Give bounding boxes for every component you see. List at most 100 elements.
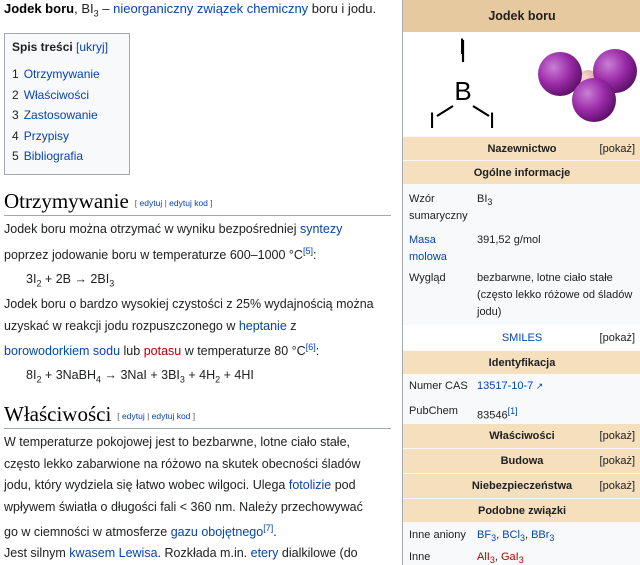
toc-item[interactable]: 3 Zastosowanie xyxy=(12,105,122,126)
reference-1[interactable]: [1] xyxy=(508,406,518,416)
text: często lekko zabarwione na różowo na sku… xyxy=(4,456,361,471)
text: uzyskać w reakcji jodu rozpuszczonego w xyxy=(4,318,239,333)
link-text: AlI xyxy=(477,551,490,563)
text: Jodek boru można otrzymać w wyniku bezpo… xyxy=(4,222,300,236)
link-ali3[interactable]: AlI3 xyxy=(477,551,495,565)
link-fotolizie[interactable]: fotolizie xyxy=(289,478,331,492)
infobox-images: B xyxy=(403,32,640,136)
row-masa-molowa: Masa molowa 391,52 g/mol xyxy=(403,226,640,267)
structural-formula-image[interactable]: B xyxy=(403,32,640,136)
text: poprzez jodowanie boru w temperaturze 60… xyxy=(4,247,303,262)
link-etery[interactable]: etery xyxy=(251,546,279,560)
reference-5[interactable]: [5] xyxy=(303,246,313,256)
row-label: Inne xyxy=(409,551,431,563)
section-label: Niebezpieczeństwa xyxy=(471,480,573,492)
reaction-equation-2: 8I2 + 3NaBH4 → 3NaI + 3BI3 + 4H2 + 4HI xyxy=(26,368,254,385)
link-potasu[interactable]: potasu xyxy=(144,344,182,358)
row-label: PubChem xyxy=(409,405,458,417)
text: lub xyxy=(120,344,144,359)
section-label: Budowa xyxy=(500,455,544,467)
link-syntezy[interactable]: syntezy xyxy=(300,222,342,236)
text: : xyxy=(315,344,320,359)
link-bf3[interactable]: BF3 xyxy=(477,529,496,543)
show-toggle[interactable]: [pokaż] xyxy=(600,449,635,474)
toc-item[interactable]: 4 Przypisy xyxy=(12,126,122,147)
edit-link[interactable]: edytuj xyxy=(140,198,163,208)
link-smiles[interactable]: SMILES xyxy=(502,332,542,344)
toc-number: 2 xyxy=(12,87,19,102)
formula-part: + 3NaBH xyxy=(41,368,96,382)
link-bcl3[interactable]: BCl3 xyxy=(502,529,525,543)
link-gai3[interactable]: GaI3 xyxy=(500,551,524,565)
row-wzor-sumaryczny: Wzór sumaryczny BI3 xyxy=(403,184,640,227)
toc-link[interactable]: Właściwości xyxy=(24,88,89,102)
show-toggle[interactable]: [pokaż] xyxy=(600,137,635,161)
link-cas[interactable]: 13517-10-7 xyxy=(477,380,533,392)
edit-links: [ edytuj | edytuj kod ] xyxy=(134,198,213,209)
text: dialkilowe (do xyxy=(278,546,358,560)
lead-formula: BI xyxy=(81,1,94,16)
show-toggle[interactable]: [pokaż] xyxy=(600,424,635,449)
section-podobne-zwiazki: Podobne związki xyxy=(403,498,640,523)
row-inne: Inne AlI3, GaI3 xyxy=(403,545,640,565)
row-label: Wzór sumaryczny xyxy=(409,193,468,222)
text: jodu, który wydziela się łatwo wobec wil… xyxy=(4,478,289,492)
row-label: Wygląd xyxy=(409,272,446,284)
section-budowa: Budowa [pokaż] xyxy=(403,448,640,474)
text: wpływem światła o długości fali < 360 nm… xyxy=(4,499,363,514)
row-value: bezbarwne, lotne ciało stałe (często lek… xyxy=(477,272,633,318)
link-heptanie[interactable]: heptanie xyxy=(239,319,287,333)
boron-symbol: B xyxy=(454,76,471,106)
text: z xyxy=(286,318,297,333)
formula-sub: 3 xyxy=(487,197,493,208)
lead-paragraph: Jodek boru, BI3 – nieorganiczny związek … xyxy=(4,1,377,19)
heading-underline xyxy=(4,215,391,216)
show-toggle[interactable]: [pokaż] xyxy=(600,474,635,499)
table-of-contents: Spis treści [ukryj] 1 Otrzymywanie 2 Właśc… xyxy=(4,33,130,175)
toc-item[interactable]: 5 Bibliografia xyxy=(12,146,122,167)
link-gaz-obojetny[interactable]: gazu obojętnego xyxy=(171,525,263,539)
text: Jodek boru o bardzo wysokiej czystości z… xyxy=(4,297,374,311)
text: W temperaturze pokojowej jest to bezbarw… xyxy=(4,435,351,449)
toc-item[interactable]: 2 Właściwości xyxy=(12,85,122,106)
toc-toggle[interactable]: [ukryj] xyxy=(76,40,108,54)
link-nieorganiczny-zwiazek[interactable]: nieorganiczny związek chemiczny xyxy=(113,1,308,16)
formula-part: 3I xyxy=(26,272,37,286)
reference-7[interactable]: [7] xyxy=(263,523,273,533)
link-bbr3[interactable]: BBr3 xyxy=(531,529,554,543)
section-identyfikacja: Identyfikacja xyxy=(403,350,640,375)
toc-link[interactable]: Przypisy xyxy=(24,129,69,143)
row-label: Numer CAS xyxy=(409,380,468,392)
section-title: Otrzymywanie xyxy=(4,189,129,213)
formula-part: 8I xyxy=(26,368,37,382)
toc-item[interactable]: 1 Otrzymywanie xyxy=(12,64,122,85)
paragraph-high-purity: Jodek boru o bardzo wysokiej czystości z… xyxy=(4,294,389,363)
link-borowodorek-sodu[interactable]: borowodorkiem sodu xyxy=(4,344,120,358)
section-label: Nazewnictwo xyxy=(487,143,557,155)
row-inne-aniony: Inne aniony BF3, BCl3, BBr3 xyxy=(403,522,640,546)
toc-link[interactable]: Bibliografia xyxy=(24,149,83,163)
toc-number: 5 xyxy=(12,149,19,163)
row-numer-cas: Numer CAS 13517-10-7 ↗ xyxy=(403,374,640,398)
toc-link[interactable]: Zastosowanie xyxy=(24,108,98,122)
text: pod xyxy=(331,478,356,492)
text: Jest silnym xyxy=(4,546,70,560)
ball-model-image[interactable] xyxy=(538,49,637,122)
link-text: GaI xyxy=(500,551,519,563)
text: w temperaturze 80 °C xyxy=(181,344,306,359)
edit-source-link[interactable]: edytuj kod xyxy=(152,411,191,421)
reference-6[interactable]: [6] xyxy=(306,342,316,352)
edit-link[interactable]: edytuj xyxy=(122,411,145,421)
section-heading-otrzymywanie: Otrzymywanie [ edytuj | edytuj kod ] xyxy=(4,189,213,214)
edit-source-link[interactable]: edytuj kod xyxy=(169,198,208,208)
text: . Rozkłada m.in. xyxy=(157,546,251,560)
toc-header: Spis treści [ukryj] xyxy=(12,40,122,54)
show-toggle[interactable]: [pokaż] xyxy=(600,325,635,351)
formula-sub: 3 xyxy=(109,278,115,289)
section-label: Identyfikacja xyxy=(488,357,556,369)
infobox: Jodek boru B Nazewnictwo [pokaż] Ogólne … xyxy=(402,0,640,565)
link-kwas-lewisa[interactable]: kwasem Lewisa xyxy=(69,546,157,560)
external-link-icon: ↗ xyxy=(533,381,544,391)
link-masa-molowa[interactable]: Masa molowa xyxy=(409,232,469,266)
toc-link[interactable]: Otrzymywanie xyxy=(24,67,100,81)
